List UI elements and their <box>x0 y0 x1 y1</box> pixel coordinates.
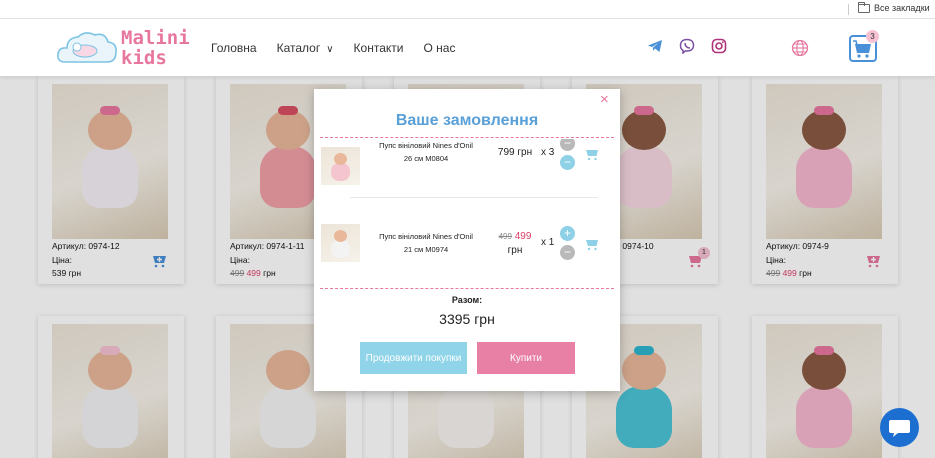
logo-line-1: Malini <box>121 27 190 49</box>
currency: грн <box>507 245 523 256</box>
folder-icon[interactable] <box>858 2 870 13</box>
item-name: Пупс вініловий Nines d'Onil 26 см M0804 <box>379 141 473 163</box>
doll-head <box>334 153 347 165</box>
order-item: Пупс вініловий Nines d'Onil 26 см M0804 … <box>314 131 620 191</box>
nav-home[interactable]: Головна <box>211 41 257 55</box>
decrease-quantity-button[interactable]: − <box>560 155 575 170</box>
dashed-divider <box>320 137 614 138</box>
all-bookmarks-link[interactable]: Все закладки <box>874 3 930 13</box>
nav-about[interactable]: О нас <box>423 41 455 55</box>
continue-shopping-button[interactable]: Продовжити покупки <box>360 342 467 374</box>
nav-contacts[interactable]: Контакти <box>354 41 404 55</box>
site-header: Malini kids Головна Каталог ∨ Контакти О … <box>0 20 935 76</box>
decrease-quantity-button[interactable]: − <box>560 245 575 260</box>
chat-button[interactable] <box>880 408 919 447</box>
sale-price: 499 <box>514 231 532 242</box>
dashed-divider <box>320 288 614 289</box>
bookmarks-separator <box>848 4 849 15</box>
cart-icon <box>586 150 598 161</box>
order-item: Пупс вініловий Nines d'Onil 21 см M0974 … <box>314 213 620 273</box>
main-nav: Головна Каталог ∨ Контакти О нас <box>211 41 475 55</box>
instagram-icon[interactable] <box>711 38 727 54</box>
item-name: Пупс вініловий Nines d'Onil 21 см M0974 <box>379 232 473 254</box>
telegram-icon[interactable] <box>647 38 663 54</box>
item-thumbnail <box>321 147 360 185</box>
item-thumbnail <box>321 224 360 262</box>
old-price: 499 <box>498 232 512 241</box>
buy-button[interactable]: Купити <box>477 342 575 374</box>
item-divider <box>350 197 598 198</box>
viber-icon[interactable] <box>679 38 695 54</box>
doll-dress <box>331 163 350 181</box>
total-label: Разом: <box>451 295 483 305</box>
globe-icon[interactable] <box>791 39 809 57</box>
cart-icon <box>586 240 598 251</box>
doll-head <box>334 230 347 242</box>
modal-title: Ваше замовлення <box>395 112 539 129</box>
item-price: 499 499 грн <box>490 230 540 258</box>
logo-text: Malini kids <box>121 28 190 68</box>
doll-dress <box>331 240 350 258</box>
chevron-down-icon: ∨ <box>326 44 334 55</box>
nav-catalog[interactable]: Каталог ∨ <box>277 41 334 55</box>
chat-bubble-icon <box>889 420 910 437</box>
item-quantity: x 3 <box>541 147 555 158</box>
logo-line-2: kids <box>121 47 167 69</box>
item-price: 799 грн <box>497 147 533 158</box>
close-icon[interactable]: × <box>600 92 609 107</box>
order-modal: × Ваше замовлення Пупс вініловий Nines d… <box>314 89 620 391</box>
item-quantity: x 1 <box>541 237 555 248</box>
cloud-baby-logo-icon <box>57 32 117 63</box>
total-value: 3395 грн <box>439 311 495 327</box>
bookmarks-bar: Все закладки <box>0 0 935 19</box>
increase-quantity-button[interactable]: + <box>560 226 575 241</box>
logo[interactable]: Malini kids <box>55 26 195 70</box>
nav-catalog-label: Каталог <box>276 41 321 55</box>
cart-count-badge: 3 <box>866 30 879 43</box>
